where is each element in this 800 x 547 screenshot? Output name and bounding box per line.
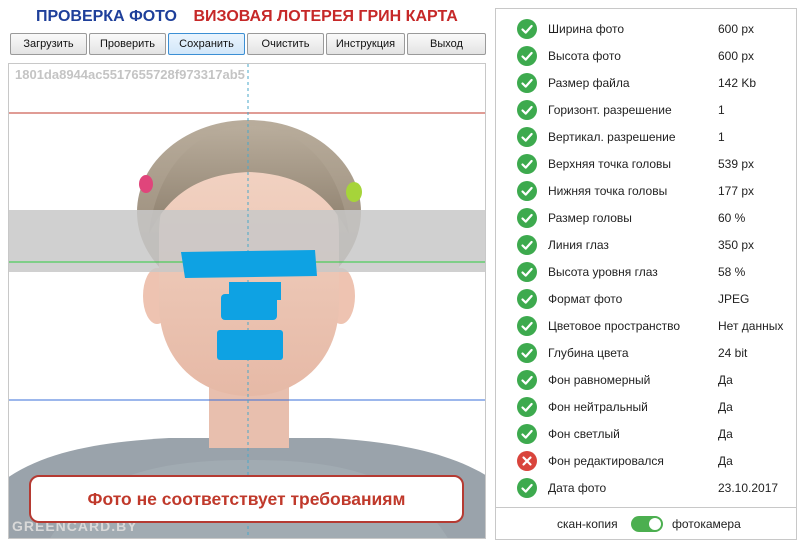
check-row: Размер файла 142 Kb <box>496 70 796 97</box>
check-value: Да <box>718 373 733 387</box>
check-row: Фон нейтральный Да <box>496 394 796 421</box>
check-circle-icon <box>517 19 537 39</box>
check-button[interactable]: Проверить <box>89 33 166 55</box>
check-value: Да <box>718 454 733 468</box>
photo-preview[interactable]: 1801da8944ac5517655728f973317ab5 <box>8 63 486 539</box>
check-value: 60 % <box>718 211 746 225</box>
check-circle-icon <box>517 100 537 120</box>
check-row: Цветовое пространство Нет данных <box>496 313 796 340</box>
check-label: Глубина цвета <box>548 346 629 360</box>
check-value: 1 <box>718 130 725 144</box>
check-row: Высота фото 600 px <box>496 43 796 70</box>
check-label: Фон редактировался <box>548 454 664 468</box>
check-circle-icon <box>517 424 537 444</box>
check-value: 23.10.2017 <box>718 481 779 495</box>
check-row: Ширина фото 600 px <box>496 16 796 43</box>
check-circle-icon <box>517 289 537 309</box>
check-label: Дата фото <box>548 481 607 495</box>
check-row: Формат фото JPEG <box>496 286 796 313</box>
check-row: Глубина цвета 24 bit <box>496 340 796 367</box>
check-circle-icon <box>517 316 537 336</box>
check-circle-icon <box>517 208 537 228</box>
clear-button[interactable]: Очистить <box>247 33 324 55</box>
exit-button[interactable]: Выход <box>407 33 486 55</box>
checks-panel: Ширина фото 600 px Высота фото 600 px Размер… <box>495 8 797 508</box>
check-row: Нижняя точка головы 177 px <box>496 178 796 205</box>
check-row: Фон светлый Да <box>496 421 796 448</box>
portrait-image <box>9 64 485 538</box>
check-value: 600 px <box>718 22 755 36</box>
check-value: Нет данных <box>718 319 784 333</box>
check-value: 600 px <box>718 49 755 63</box>
check-value: 350 px <box>718 238 755 252</box>
check-circle-icon <box>517 262 537 282</box>
check-value: JPEG <box>718 292 750 306</box>
check-circle-icon <box>517 343 537 363</box>
check-label: Фон равномерный <box>548 373 651 387</box>
header-title-right: ВИЗОВАЯ ЛОТЕРЕЯ ГРИН КАРТА <box>193 8 458 25</box>
mode-toggle[interactable] <box>631 516 663 532</box>
check-row: Линия глаз 350 px <box>496 232 796 259</box>
check-value: Да <box>718 400 733 414</box>
camera-label: фотокамера <box>672 517 741 531</box>
check-value: 142 Kb <box>718 76 757 90</box>
check-circle-icon <box>517 370 537 390</box>
check-value: 24 bit <box>718 346 748 360</box>
check-row: Горизонт. разрешение 1 <box>496 97 796 124</box>
check-label: Размер головы <box>548 211 632 225</box>
scan-copy-label: скан-копия <box>557 517 618 531</box>
cross-circle-icon <box>517 451 537 471</box>
app-header: ПРОВЕРКА ФОТО ВИЗОВАЯ ЛОТЕРЕЯ ГРИН КАРТА <box>36 8 458 26</box>
header-title-left: ПРОВЕРКА ФОТО <box>36 8 177 25</box>
toggle-knob <box>649 518 661 530</box>
check-value: 58 % <box>718 265 746 279</box>
check-circle-icon <box>517 154 537 174</box>
check-row: Размер головы 60 % <box>496 205 796 232</box>
check-label: Формат фото <box>548 292 623 306</box>
check-value: 1 <box>718 103 725 117</box>
check-value: Да <box>718 427 733 441</box>
mode-switch-panel: скан-копия фотокамера <box>495 508 797 540</box>
save-button[interactable]: Сохранить <box>168 33 245 55</box>
check-circle-icon <box>517 46 537 66</box>
check-circle-icon <box>517 397 537 417</box>
check-circle-icon <box>517 73 537 93</box>
check-label: Высота фото <box>548 49 621 63</box>
check-label: Верхняя точка головы <box>548 157 672 171</box>
check-label: Фон нейтральный <box>548 400 648 414</box>
check-value: 539 px <box>718 157 755 171</box>
check-row: Вертикал. разрешение 1 <box>496 124 796 151</box>
check-label: Цветовое пространство <box>548 319 681 333</box>
check-circle-icon <box>517 478 537 498</box>
check-row: Дата фото 23.10.2017 <box>496 475 796 502</box>
check-label: Нижняя точка головы <box>548 184 668 198</box>
load-button[interactable]: Загрузить <box>10 33 87 55</box>
check-label: Размер файла <box>548 76 630 90</box>
instruction-button[interactable]: Инструкция <box>326 33 405 55</box>
check-circle-icon <box>517 127 537 147</box>
check-label: Линия глаз <box>548 238 609 252</box>
check-label: Ширина фото <box>548 22 625 36</box>
warning-message: Фото не соответствует требованиям <box>29 475 464 523</box>
check-row: Фон редактировался Да <box>496 448 796 475</box>
check-row: Верхняя точка головы 539 px <box>496 151 796 178</box>
check-row: Фон равномерный Да <box>496 367 796 394</box>
check-value: 177 px <box>718 184 755 198</box>
check-circle-icon <box>517 181 537 201</box>
check-circle-icon <box>517 235 537 255</box>
check-label: Фон светлый <box>548 427 620 441</box>
check-label: Горизонт. разрешение <box>548 103 672 117</box>
check-row: Высота уровня глаз 58 % <box>496 259 796 286</box>
check-label: Вертикал. разрешение <box>548 130 676 144</box>
check-label: Высота уровня глаз <box>548 265 658 279</box>
file-hash: 1801da8944ac5517655728f973317ab5 <box>15 67 245 82</box>
